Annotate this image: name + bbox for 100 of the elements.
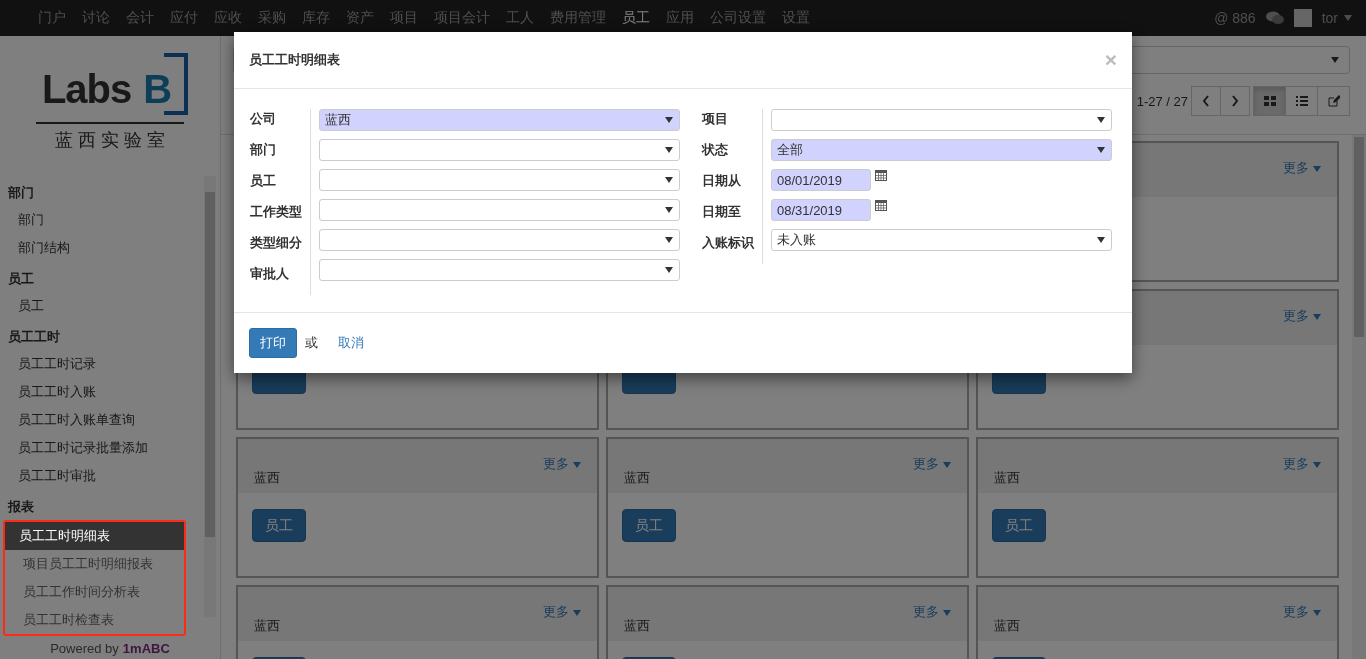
view-button[interactable] xyxy=(1317,86,1350,116)
menu-item[interactable]: 员工工时记录 xyxy=(0,350,204,378)
caret-icon xyxy=(665,147,673,153)
more-link[interactable]: 更多 xyxy=(543,603,581,641)
kanban-card[interactable]: 蓝西 更多 员工 xyxy=(236,437,599,578)
mentions-link[interactable]: @ 886 xyxy=(1214,10,1256,26)
kanban-card[interactable]: 蓝西 更多 xyxy=(236,585,599,659)
previous-button[interactable] xyxy=(1191,86,1221,116)
select-field[interactable]: 全部 xyxy=(771,139,1112,161)
caret-icon xyxy=(1313,610,1321,616)
avatar[interactable] xyxy=(1293,9,1312,27)
kanban-card[interactable]: 蓝西 更多 xyxy=(976,585,1339,659)
more-link[interactable]: 更多 xyxy=(543,455,581,493)
field-label: 状态 xyxy=(702,141,729,159)
view-button[interactable] xyxy=(1285,86,1318,116)
scrollbar[interactable] xyxy=(204,176,216,617)
more-link[interactable]: 更多 xyxy=(1283,603,1321,641)
caret-icon xyxy=(665,207,673,213)
section-title: 员工工时 xyxy=(7,328,61,346)
select-field[interactable] xyxy=(319,199,680,221)
field-label: 审批人 xyxy=(250,265,290,283)
section-title: 部门 xyxy=(7,184,35,202)
menu-item[interactable]: 员工工时入账 xyxy=(0,378,204,406)
calendar-icon[interactable] xyxy=(875,169,887,181)
employee-button[interactable]: 员工 xyxy=(622,509,676,542)
more-link[interactable]: 更多 xyxy=(913,603,951,641)
close-button[interactable]: × xyxy=(1104,48,1117,72)
nav-item[interactable]: 门户 xyxy=(30,9,74,27)
select-field[interactable] xyxy=(319,139,680,161)
company-text: 蓝西 xyxy=(254,469,280,487)
more-link[interactable]: 更多 xyxy=(1283,307,1321,345)
caret-icon xyxy=(1313,166,1321,172)
chat-icon[interactable] xyxy=(1265,11,1284,25)
scrollbar[interactable] xyxy=(1352,135,1366,659)
caret-icon xyxy=(1331,57,1339,63)
menu-item[interactable]: 员工 xyxy=(0,292,204,320)
kanban-card[interactable]: 蓝西 更多 xyxy=(606,585,969,659)
kanban-card[interactable]: 蓝西 更多 员工 xyxy=(976,437,1339,578)
nav-item[interactable]: 会计 xyxy=(118,9,162,27)
select-field[interactable] xyxy=(771,109,1112,131)
more-link[interactable]: 更多 xyxy=(913,455,951,493)
cancel-link[interactable]: 取消 xyxy=(338,334,364,352)
more-link[interactable]: 更多 xyxy=(1283,159,1321,197)
menu-item[interactable]: 员工工时入账单查询 xyxy=(0,406,204,434)
menu-item[interactable]: 部门结构 xyxy=(0,234,204,262)
chevron-right-icon xyxy=(1231,95,1239,107)
caret-icon xyxy=(943,610,951,616)
company-text: 蓝西 xyxy=(994,617,1020,635)
print-button[interactable]: 打印 xyxy=(249,328,297,358)
select-field[interactable] xyxy=(319,259,680,281)
nav-item[interactable]: 应收 xyxy=(206,9,250,27)
nav-item[interactable]: 工人 xyxy=(498,9,542,27)
field-label: 日期至 xyxy=(702,203,742,221)
menu-item[interactable]: 员工工时记录批量添加 xyxy=(0,434,204,462)
menu-item[interactable]: 员工工时检查表 xyxy=(5,606,184,634)
more-link[interactable]: 更多 xyxy=(1283,455,1321,493)
nav-item[interactable]: 讨论 xyxy=(74,9,118,27)
calendar-icon[interactable] xyxy=(875,199,887,211)
nav-item[interactable]: 员工 xyxy=(614,9,658,27)
company-text: 蓝西 xyxy=(624,617,650,635)
company-text: 蓝西 xyxy=(994,469,1020,487)
select-field[interactable]: 蓝西 xyxy=(319,109,680,131)
field-label: 类型细分 xyxy=(250,234,303,252)
nav-item[interactable]: 应付 xyxy=(162,9,206,27)
field-label: 项目 xyxy=(702,110,729,128)
caret-icon xyxy=(665,117,673,123)
nav-item[interactable]: 公司设置 xyxy=(702,9,774,27)
menu-item[interactable]: 员工工时明细表 xyxy=(5,522,184,550)
pager-text: 1-27 / 27 xyxy=(1136,93,1188,109)
date-field[interactable]: 08/01/2019 xyxy=(771,169,871,191)
caret-icon xyxy=(1097,117,1105,123)
view-button[interactable] xyxy=(1253,86,1286,116)
nav-item[interactable]: 设置 xyxy=(774,9,818,27)
caret-icon xyxy=(1344,15,1352,21)
menu-item[interactable]: 员工工作时间分析表 xyxy=(5,578,184,606)
nav-item[interactable]: 库存 xyxy=(294,9,338,27)
caret-icon xyxy=(665,267,673,273)
date-field[interactable]: 08/31/2019 xyxy=(771,199,871,221)
select-field[interactable] xyxy=(319,169,680,191)
nav-item[interactable]: 应用 xyxy=(658,9,702,27)
next-button[interactable] xyxy=(1220,86,1250,116)
employee-button[interactable]: 员工 xyxy=(992,509,1046,542)
select-field[interactable] xyxy=(319,229,680,251)
select-field[interactable]: 未入账 xyxy=(771,229,1112,251)
nav-item[interactable]: 资产 xyxy=(338,9,382,27)
menu-item[interactable]: 项目员工工时明细报表 xyxy=(5,550,184,578)
menu-item[interactable]: 员工工时审批 xyxy=(0,462,204,490)
nav-item[interactable]: 项目 xyxy=(382,9,426,27)
user-menu[interactable]: tor xyxy=(1321,10,1352,26)
nav-item[interactable]: 项目会计 xyxy=(426,9,498,27)
nav-item[interactable]: 采购 xyxy=(250,9,294,27)
caret-icon xyxy=(1097,237,1105,243)
field-label: 入账标识 xyxy=(702,234,755,252)
chevron-left-icon xyxy=(1202,95,1210,107)
caret-icon xyxy=(573,462,581,468)
kanban-card[interactable]: 蓝西 更多 员工 xyxy=(606,437,969,578)
dialog-title: 员工工时明细表 xyxy=(249,51,340,69)
employee-button[interactable]: 员工 xyxy=(252,509,306,542)
field-label: 员工 xyxy=(250,172,277,190)
menu-item[interactable]: 部门 xyxy=(0,206,204,234)
